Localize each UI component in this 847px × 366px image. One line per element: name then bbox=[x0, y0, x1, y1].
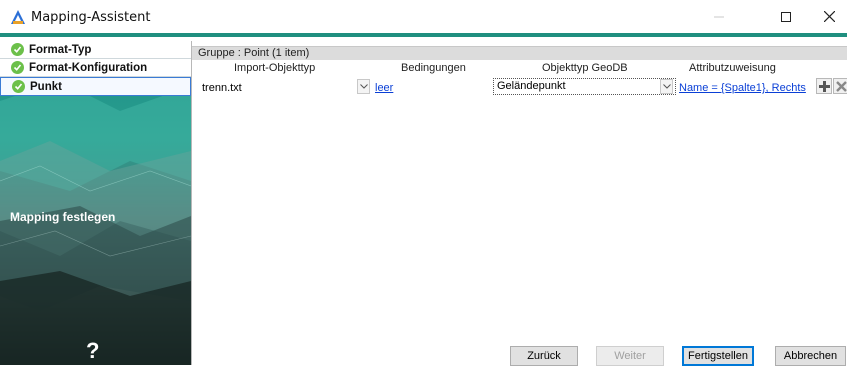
check-icon bbox=[11, 43, 24, 56]
column-headers: Import-Objekttyp Bedingungen Objekttyp G… bbox=[192, 61, 847, 75]
geodb-type-dropdown[interactable] bbox=[660, 79, 673, 94]
app-logo-icon bbox=[11, 10, 25, 24]
import-type-dropdown[interactable] bbox=[357, 79, 370, 94]
step-label: Format-Typ bbox=[29, 43, 92, 56]
geodb-type-value: Geländepunkt bbox=[497, 80, 566, 92]
window-title: Mapping-Assistent bbox=[31, 10, 151, 25]
help-icon[interactable]: ? bbox=[86, 338, 99, 364]
delete-row-button[interactable] bbox=[833, 78, 847, 94]
col-attributzuweisung: Attributzuweisung bbox=[689, 62, 776, 74]
plus-icon bbox=[818, 80, 830, 92]
check-icon bbox=[12, 80, 25, 93]
condition-link[interactable]: leer bbox=[375, 82, 393, 94]
footer-buttons: Zurück Weiter Fertigstellen Abbrechen bbox=[192, 343, 847, 366]
step-format-konfiguration[interactable]: Format-Konfiguration bbox=[0, 59, 191, 77]
delete-icon bbox=[835, 80, 847, 92]
table-row: trenn.txt leer Geländepunkt Name = {Spal… bbox=[192, 77, 847, 97]
chevron-down-icon bbox=[359, 84, 368, 89]
close-icon bbox=[823, 11, 835, 22]
chevron-down-icon bbox=[662, 84, 671, 89]
minimize-icon bbox=[714, 16, 724, 17]
mapping-grid: Gruppe : Point (1 item) Import-Objekttyp… bbox=[191, 41, 847, 366]
minimize-button[interactable] bbox=[696, 0, 742, 33]
col-objekttyp-geodb: Objekttyp GeoDB bbox=[542, 62, 628, 74]
import-type-value: trenn.txt bbox=[202, 82, 242, 94]
col-bedingungen: Bedingungen bbox=[401, 62, 466, 74]
cancel-button[interactable]: Abbrechen bbox=[775, 346, 846, 366]
close-button[interactable] bbox=[806, 0, 847, 33]
finish-button[interactable]: Fertigstellen bbox=[682, 346, 754, 366]
geodb-type-select[interactable]: Geländepunkt bbox=[493, 78, 676, 95]
step-format-typ[interactable]: Format-Typ bbox=[0, 41, 191, 59]
col-import-objekttyp: Import-Objekttyp bbox=[234, 62, 316, 74]
wizard-steps: Format-Typ Format-Konfiguration Punkt bbox=[0, 41, 191, 96]
sidebar-caption: Mapping festlegen bbox=[10, 210, 116, 224]
add-row-button[interactable] bbox=[816, 78, 832, 94]
maximize-button[interactable] bbox=[763, 0, 809, 33]
check-icon bbox=[11, 61, 24, 74]
next-button[interactable]: Weiter bbox=[596, 346, 664, 366]
step-label: Punkt bbox=[30, 80, 62, 93]
attribute-assignment-link[interactable]: Name = {Spalte1}, Rechts bbox=[679, 82, 806, 94]
step-label: Format-Konfiguration bbox=[29, 61, 148, 74]
title-bar: Mapping-Assistent bbox=[0, 0, 847, 37]
group-header: Gruppe : Point (1 item) bbox=[192, 46, 847, 60]
maximize-icon bbox=[781, 11, 791, 22]
wizard-sidebar: Format-Typ Format-Konfiguration Punkt Ma… bbox=[0, 41, 191, 365]
step-punkt[interactable]: Punkt bbox=[0, 77, 191, 96]
back-button[interactable]: Zurück bbox=[510, 346, 578, 366]
